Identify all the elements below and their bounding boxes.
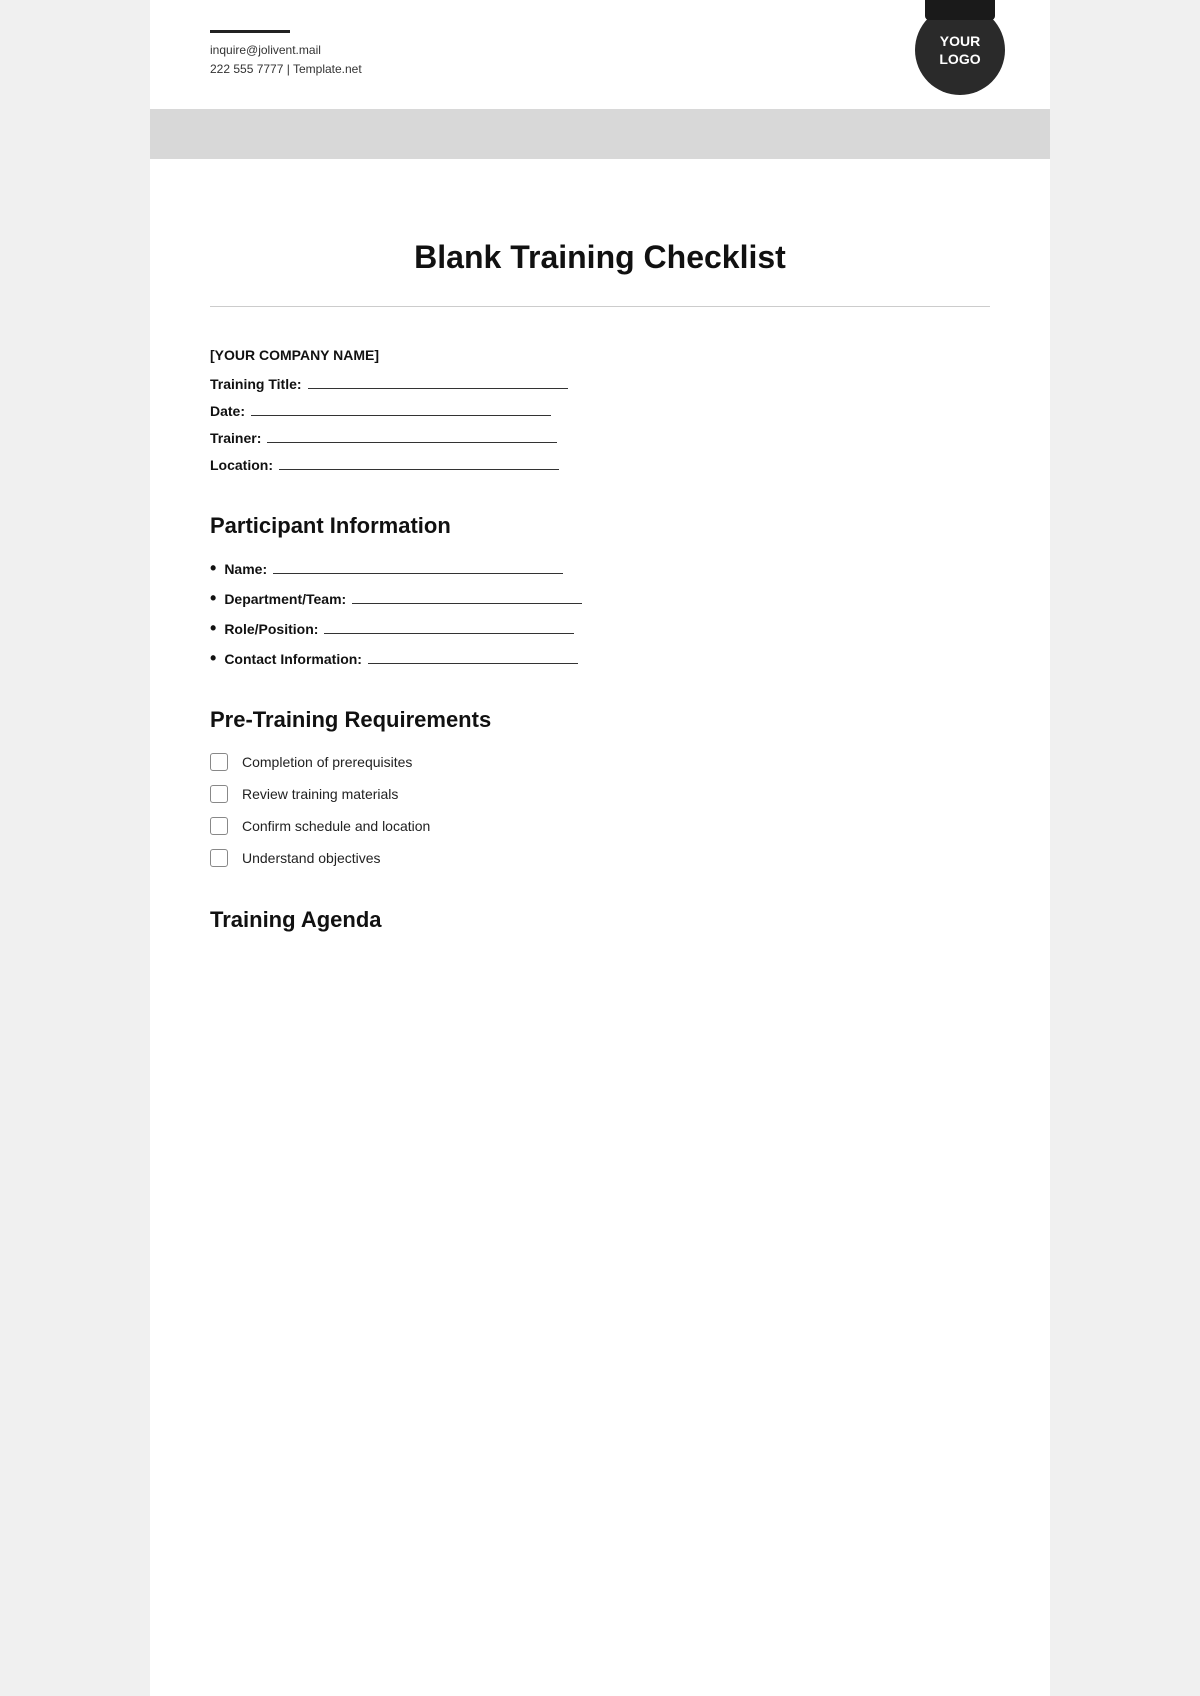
name-label: Name: xyxy=(224,561,267,577)
dept-underline xyxy=(352,590,582,604)
training-title-label: Training Title: xyxy=(210,376,302,392)
main-title: Blank Training Checklist xyxy=(210,239,990,276)
contact-info: inquire@jolivent.mail 222 555 7777 | Tem… xyxy=(210,41,990,79)
trainer-field: Trainer: xyxy=(210,429,990,446)
training-title-field: Training Title: xyxy=(210,375,990,392)
location-field: Location: xyxy=(210,456,990,473)
phone-template-text: 222 555 7777 | Template.net xyxy=(210,60,990,79)
logo-tab xyxy=(925,0,995,20)
document-page: inquire@jolivent.mail 222 555 7777 | Tem… xyxy=(150,0,1050,1696)
bullet-dept: • xyxy=(210,589,216,607)
pretraining-section: Pre-Training Requirements Completion of … xyxy=(210,707,990,867)
header: inquire@jolivent.mail 222 555 7777 | Tem… xyxy=(150,0,1050,79)
participant-heading: Participant Information xyxy=(210,513,990,539)
checklist-item-2: Review training materials xyxy=(210,785,990,803)
role-underline xyxy=(324,620,574,634)
dept-label: Department/Team: xyxy=(224,591,346,607)
checklist-label-2: Review training materials xyxy=(242,786,398,802)
checkbox-3[interactable] xyxy=(210,817,228,835)
checkbox-4[interactable] xyxy=(210,849,228,867)
company-name: [YOUR COMPANY NAME] xyxy=(210,347,990,363)
checklist-item-4: Understand objectives xyxy=(210,849,990,867)
location-label: Location: xyxy=(210,457,273,473)
checklist-label-1: Completion of prerequisites xyxy=(242,754,412,770)
date-underline xyxy=(251,402,551,416)
name-field: • Name: xyxy=(210,559,990,577)
date-label: Date: xyxy=(210,403,245,419)
bullet-contact: • xyxy=(210,649,216,667)
bullet-name: • xyxy=(210,559,216,577)
bullet-role: • xyxy=(210,619,216,637)
location-underline xyxy=(279,456,559,470)
info-block: [YOUR COMPANY NAME] Training Title: Date… xyxy=(210,337,990,473)
checklist-item-3: Confirm schedule and location xyxy=(210,817,990,835)
logo-container: YOURLOGO xyxy=(910,0,1010,110)
contact-label: Contact Information: xyxy=(224,651,362,667)
role-label: Role/Position: xyxy=(224,621,318,637)
participant-section: Participant Information • Name: • Depart… xyxy=(210,513,990,667)
main-content: Blank Training Checklist [YOUR COMPANY N… xyxy=(150,159,1050,933)
contact-underline xyxy=(368,650,578,664)
checkbox-2[interactable] xyxy=(210,785,228,803)
name-underline xyxy=(273,560,563,574)
agenda-heading: Training Agenda xyxy=(210,907,990,933)
checklist-item-1: Completion of prerequisites xyxy=(210,753,990,771)
checklist-label-4: Understand objectives xyxy=(242,850,381,866)
gray-banner xyxy=(150,109,1050,159)
trainer-underline xyxy=(267,429,557,443)
department-field: • Department/Team: xyxy=(210,589,990,607)
agenda-section: Training Agenda xyxy=(210,907,990,933)
logo-text: YOURLOGO xyxy=(939,32,980,68)
header-line xyxy=(210,30,290,33)
training-title-underline xyxy=(308,375,568,389)
checkbox-1[interactable] xyxy=(210,753,228,771)
title-divider xyxy=(210,306,990,307)
pretraining-heading: Pre-Training Requirements xyxy=(210,707,990,733)
email-text: inquire@jolivent.mail xyxy=(210,41,990,60)
date-field: Date: xyxy=(210,402,990,419)
checklist-label-3: Confirm schedule and location xyxy=(242,818,430,834)
trainer-label: Trainer: xyxy=(210,430,261,446)
contact-field: • Contact Information: xyxy=(210,649,990,667)
role-field: • Role/Position: xyxy=(210,619,990,637)
